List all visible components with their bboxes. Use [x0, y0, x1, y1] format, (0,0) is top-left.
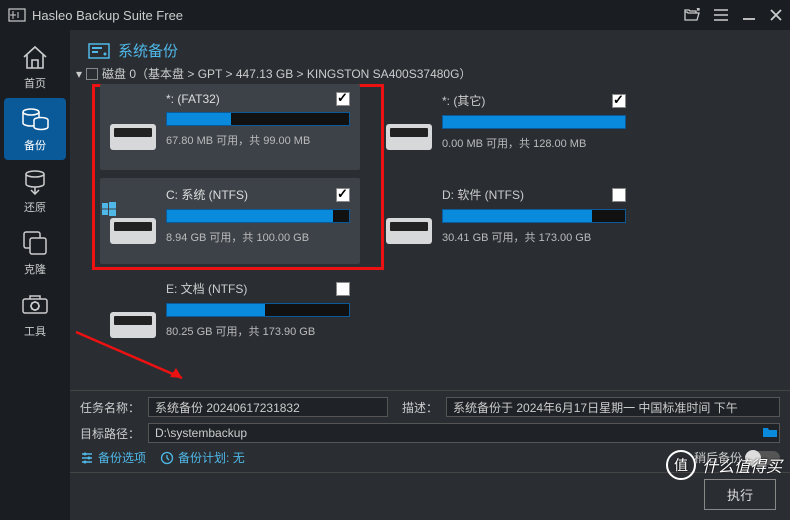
partition-card[interactable]: E: 文档 (NTFS) 80.25 GB 可用，共 173.90 GB [100, 272, 360, 358]
usage-text: 0.00 MB 可用，共 128.00 MB [442, 135, 626, 151]
browse-folder-icon[interactable] [762, 425, 778, 442]
partition-card[interactable]: *: (FAT32) 67.80 MB 可用，共 99.00 MB [100, 84, 360, 170]
desc-label: 描述： [402, 399, 438, 416]
usage-bar [166, 303, 350, 317]
nav-label: 首页 [24, 75, 46, 91]
app-logo-icon [8, 7, 26, 23]
partitions-grid: *: (FAT32) 67.80 MB 可用，共 99.00 MB *: (其它) 0… [70, 84, 790, 362]
nav-label: 备份 [24, 137, 46, 153]
partition-name: *: (FAT32) [166, 92, 220, 106]
usage-bar [442, 209, 626, 223]
nav-label: 还原 [24, 199, 46, 215]
nav-clone[interactable]: 克隆 [4, 222, 66, 284]
partition-checkbox[interactable] [336, 188, 350, 202]
partition-name: C: 系统 (NTFS) [166, 186, 248, 203]
execute-button[interactable]: 执行 [704, 479, 776, 510]
close-icon[interactable] [770, 8, 782, 22]
usage-bar [166, 112, 350, 126]
window-controls [684, 8, 782, 22]
partition-checkbox[interactable] [336, 282, 350, 296]
disk-name: 磁盘 0（基本盘 > GPT > 447.13 GB > KINGSTON SA… [102, 65, 471, 82]
schedule-icon [160, 451, 174, 465]
action-row: 执行 [70, 472, 790, 520]
backup-plan-link[interactable]: 备份计划: 无 [178, 449, 245, 466]
nav-label: 工具 [24, 323, 46, 339]
backup-options-link[interactable]: 备份选项 [98, 449, 146, 466]
usage-bar [442, 115, 626, 129]
disk-icon [110, 92, 156, 160]
partition-checkbox[interactable] [336, 92, 350, 106]
path-input[interactable] [148, 423, 780, 443]
nav-tools[interactable]: 工具 [4, 284, 66, 346]
menu-icon[interactable] [714, 8, 728, 22]
partition-checkbox[interactable] [612, 94, 626, 108]
open-icon[interactable] [684, 8, 700, 22]
task-name-label: 任务名称： [80, 399, 140, 416]
disk-checkbox[interactable] [86, 68, 98, 80]
partition-card[interactable]: C: 系统 (NTFS) 8.94 GB 可用，共 100.00 GB [100, 178, 360, 264]
task-name-input[interactable] [148, 397, 388, 417]
task-form: 任务名称： 描述： 目标路径： [70, 390, 790, 449]
titlebar: Hasleo Backup Suite Free [0, 0, 790, 30]
partition-name: E: 文档 (NTFS) [166, 280, 247, 297]
disk-row[interactable]: ▾ 磁盘 0（基本盘 > GPT > 447.13 GB > KINGSTON … [70, 61, 790, 84]
usage-bar [166, 209, 350, 223]
nav-label: 克隆 [24, 261, 46, 277]
system-backup-icon [88, 41, 110, 61]
partition-name: *: (其它) [442, 92, 485, 109]
page-header: 系统备份 [70, 30, 790, 61]
page-title: 系统备份 [118, 40, 178, 61]
sidebar: 首页 备份 还原 克隆 工具 [0, 30, 70, 520]
disk-icon [386, 92, 432, 160]
disk-icon [386, 186, 432, 254]
minimize-icon[interactable] [742, 8, 756, 22]
disk-icon [110, 280, 156, 348]
desc-input[interactable] [446, 397, 780, 417]
nav-home[interactable]: 首页 [4, 36, 66, 98]
disk-icon [110, 186, 156, 254]
partition-checkbox[interactable] [612, 188, 626, 202]
options-row: 备份选项 备份计划: 无 稍后备份 [70, 449, 790, 472]
nav-restore[interactable]: 还原 [4, 160, 66, 222]
later-toggle[interactable] [746, 451, 780, 465]
usage-text: 80.25 GB 可用，共 173.90 GB [166, 323, 350, 339]
partition-name: D: 软件 (NTFS) [442, 186, 524, 203]
later-label: 稍后备份 [694, 449, 742, 466]
usage-text: 8.94 GB 可用，共 100.00 GB [166, 229, 350, 245]
usage-text: 30.41 GB 可用，共 173.00 GB [442, 229, 626, 245]
path-label: 目标路径： [80, 425, 140, 442]
tree-toggle-icon[interactable]: ▾ [76, 67, 82, 81]
partition-card[interactable]: D: 软件 (NTFS) 30.41 GB 可用，共 173.00 GB [376, 178, 636, 264]
content-area: 系统备份 ▾ 磁盘 0（基本盘 > GPT > 447.13 GB > KING… [70, 30, 790, 520]
usage-text: 67.80 MB 可用，共 99.00 MB [166, 132, 350, 148]
options-icon [80, 451, 94, 465]
partition-card[interactable]: *: (其它) 0.00 MB 可用，共 128.00 MB [376, 84, 636, 170]
nav-backup[interactable]: 备份 [4, 98, 66, 160]
app-title: Hasleo Backup Suite Free [32, 8, 684, 23]
